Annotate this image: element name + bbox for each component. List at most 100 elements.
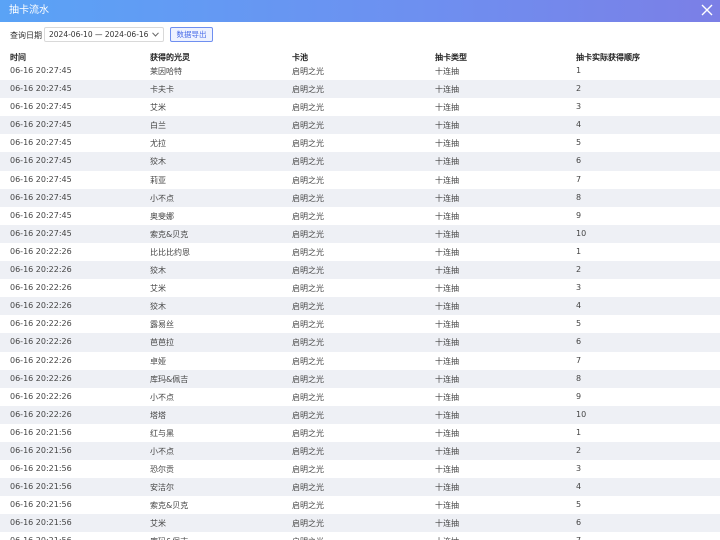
cell-pool: 启明之光 (292, 67, 324, 76)
date-range-picker[interactable]: 2024-06-10 — 2024-06-16 (44, 27, 164, 42)
cell-character: 尤拉 (150, 139, 166, 149)
table-row[interactable]: 06-16 20:27:45 白兰 启明之光 十连抽 4 (0, 116, 720, 135)
cell-character: 艾米 (150, 284, 166, 294)
cell-pool: 启明之光 (292, 211, 324, 221)
cell-order: 9 (576, 210, 582, 220)
cell-pool: 启明之光 (292, 428, 324, 438)
table-row[interactable]: 06-16 20:22:26 露易丝 启明之光 十连抽 5 (0, 315, 720, 334)
cell-time: 06-16 20:27:45 (10, 84, 72, 94)
cell-pool: 启明之光 (292, 374, 324, 384)
cell-time: 06-16 20:21:56 (10, 464, 72, 474)
cell-order: 3 (576, 464, 582, 474)
cell-character: 莉亚 (150, 175, 166, 185)
table-body[interactable]: 06-16 20:27:45 莱因哈特 启明之光 十连抽 1 06-16 20:27:45… (0, 62, 720, 540)
table-row[interactable]: 06-16 20:22:26 艾米 启明之光 十连抽 3 (0, 279, 720, 298)
table-row[interactable]: 06-16 20:21:56 小不点 启明之光 十连抽 2 (0, 441, 720, 461)
cell-draw-type: 十连抽 (435, 157, 459, 167)
cell-draw-type: 十连抽 (435, 175, 459, 185)
cell-time: 06-16 20:21:56 (10, 536, 72, 540)
table-row[interactable]: 06-16 20:27:45 狡木 启明之光 十连抽 6 (0, 152, 720, 171)
cell-pool: 启明之光 (292, 536, 324, 540)
cell-order: 1 (576, 427, 582, 437)
cell-pool: 启明之光 (292, 501, 324, 511)
table-row[interactable]: 06-16 20:22:26 塔塔 启明之光 十连抽 10 (0, 405, 720, 424)
export-data-button[interactable]: 数据导出 (170, 27, 213, 42)
cell-order: 8 (576, 192, 582, 202)
cell-pool: 启明之光 (292, 410, 324, 420)
cell-order: 1 (576, 246, 582, 256)
cell-pool: 启明之光 (292, 247, 324, 257)
table-row[interactable]: 06-16 20:27:45 索克&贝克 启明之光 十连抽 10 (0, 224, 720, 243)
cell-order: 6 (576, 337, 582, 347)
table-row[interactable]: 06-16 20:21:56 红与黑 启明之光 十连抽 1 (0, 423, 720, 442)
cell-character: 莱因哈特 (150, 67, 182, 76)
table-row[interactable]: 06-16 20:27:45 奥斐娜 启明之光 十连抽 9 (0, 206, 720, 225)
window-title: 抽卡流水 (9, 5, 49, 16)
cell-order: 8 (576, 373, 582, 383)
cell-character: 比比比约恩 (150, 247, 190, 257)
cell-character: 奥斐娜 (150, 211, 174, 221)
cell-time: 06-16 20:22:26 (10, 319, 72, 329)
cell-time: 06-16 20:27:45 (10, 228, 72, 238)
table-row[interactable]: 06-16 20:22:26 狡木 启明之光 十连抽 2 (0, 261, 720, 280)
cell-time: 06-16 20:22:26 (10, 246, 72, 256)
cell-time: 06-16 20:21:56 (10, 500, 72, 510)
table-row[interactable]: 06-16 20:21:56 库玛&佩吉 启明之光 十连抽 7 (0, 532, 720, 540)
table-row[interactable]: 06-16 20:27:45 小不点 启明之光 十连抽 8 (0, 188, 720, 207)
close-button[interactable] (690, 0, 720, 22)
cell-time: 06-16 20:22:26 (10, 337, 72, 347)
table-row[interactable]: 06-16 20:27:45 莱因哈特 启明之光 十连抽 1 (0, 62, 720, 81)
cell-pool: 启明之光 (292, 175, 324, 185)
cell-draw-type: 十连抽 (435, 392, 459, 402)
table-row[interactable]: 06-16 20:22:26 比比比约恩 启明之光 十连抽 1 (0, 242, 720, 262)
cell-draw-type: 十连抽 (435, 139, 459, 149)
cell-character: 库玛&佩吉 (150, 374, 189, 384)
cell-time: 06-16 20:27:45 (10, 138, 72, 148)
cell-draw-type: 十连抽 (435, 247, 459, 257)
table-row[interactable]: 06-16 20:22:26 小不点 启明之光 十连抽 9 (0, 387, 720, 406)
table-row[interactable]: 06-16 20:21:56 安洁尔 启明之光 十连抽 4 (0, 478, 720, 497)
cell-pool: 启明之光 (292, 519, 324, 529)
filter-toolbar: 查询日期 2024-06-10 — 2024-06-16 数据导出 (0, 22, 720, 48)
table-row[interactable]: 06-16 20:27:45 莉亚 启明之光 十连抽 7 (0, 170, 720, 189)
cell-time: 06-16 20:22:26 (10, 373, 72, 383)
cell-pool: 启明之光 (292, 302, 324, 312)
table-row[interactable]: 06-16 20:22:26 卓娅 启明之光 十连抽 7 (0, 351, 720, 370)
cell-pool: 启明之光 (292, 483, 324, 493)
cell-time: 06-16 20:27:45 (10, 102, 72, 112)
table-row[interactable]: 06-16 20:22:26 芭芭拉 启明之光 十连抽 6 (0, 333, 720, 352)
table-row[interactable]: 06-16 20:27:45 卡夫卡 启明之光 十连抽 2 (0, 80, 720, 99)
table-row[interactable]: 06-16 20:21:56 恐尔贡 启明之光 十连抽 3 (0, 460, 720, 479)
table-row[interactable]: 06-16 20:22:26 库玛&佩吉 启明之光 十连抽 8 (0, 369, 720, 388)
cell-character: 艾米 (150, 519, 166, 529)
table-row[interactable]: 06-16 20:21:56 索克&贝克 启明之光 十连抽 5 (0, 496, 720, 515)
cell-order: 4 (576, 482, 582, 492)
cell-draw-type: 十连抽 (435, 356, 459, 366)
cell-character: 小不点 (150, 446, 174, 456)
date-range-value: 2024-06-10 — 2024-06-16 (49, 30, 149, 39)
cell-order: 6 (576, 518, 582, 528)
cell-draw-type: 十连抽 (435, 229, 459, 239)
cell-draw-type: 十连抽 (435, 67, 459, 76)
table-row[interactable]: 06-16 20:21:56 艾米 启明之光 十连抽 6 (0, 514, 720, 533)
cell-time: 06-16 20:21:56 (10, 427, 72, 437)
cell-time: 06-16 20:22:26 (10, 409, 72, 419)
cell-order: 3 (576, 283, 582, 293)
cell-time: 06-16 20:27:45 (10, 192, 72, 202)
cell-character: 库玛&佩吉 (150, 536, 188, 540)
cell-order: 5 (576, 319, 582, 329)
cell-draw-type: 十连抽 (435, 465, 459, 475)
cell-pool: 启明之光 (292, 103, 324, 113)
cell-character: 恐尔贡 (150, 465, 174, 475)
cell-time: 06-16 20:22:26 (10, 265, 72, 275)
cell-pool: 启明之光 (292, 320, 324, 330)
cell-order: 4 (576, 120, 582, 130)
cell-order: 4 (576, 301, 582, 311)
cell-pool: 启明之光 (292, 356, 324, 366)
table-row[interactable]: 06-16 20:27:45 尤拉 启明之光 十连抽 5 (0, 134, 720, 153)
cell-order: 6 (576, 156, 582, 166)
table-row[interactable]: 06-16 20:22:26 狡木 启明之光 十连抽 4 (0, 297, 720, 316)
cell-draw-type: 十连抽 (435, 85, 459, 95)
table-row[interactable]: 06-16 20:27:45 艾米 启明之光 十连抽 3 (0, 98, 720, 117)
query-date-label: 查询日期 (10, 31, 42, 40)
